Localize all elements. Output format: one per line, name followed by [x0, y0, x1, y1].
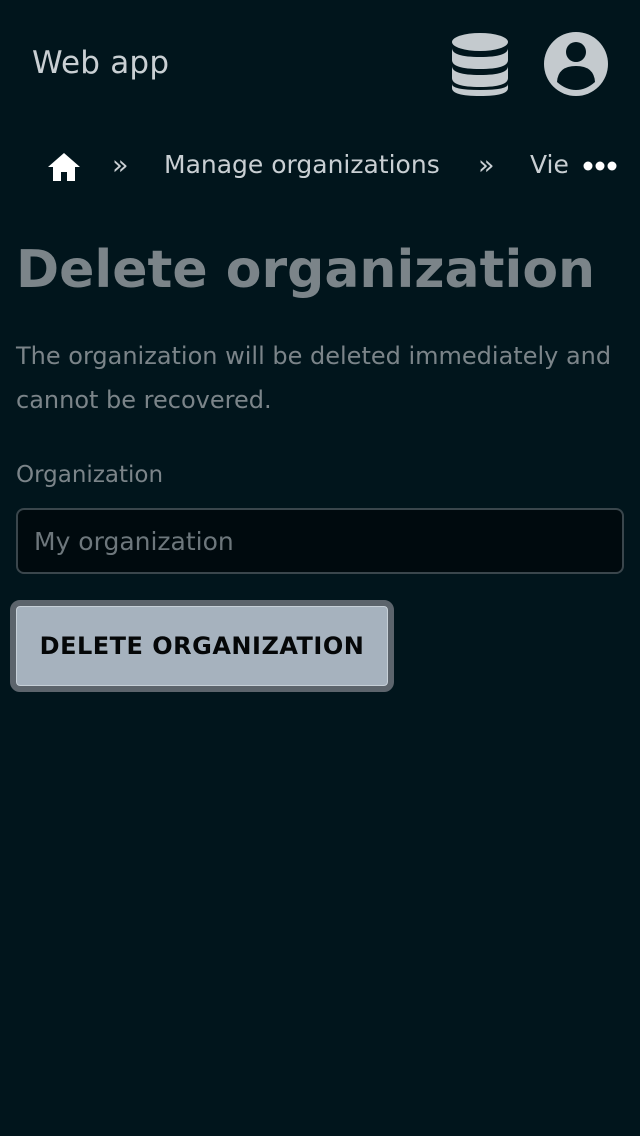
top-app-bar: Web app [0, 0, 640, 128]
breadcrumb: » Manage organizations » Vie [0, 128, 640, 204]
breadcrumb-separator: » [478, 150, 495, 181]
user-circle-icon[interactable] [542, 30, 610, 98]
home-icon[interactable] [46, 150, 82, 184]
ellipsis-icon[interactable] [578, 152, 622, 180]
organization-input[interactable] [16, 508, 624, 574]
page-description: The organization will be deleted immedia… [16, 342, 612, 414]
breadcrumb-item-manage-organizations[interactable]: Manage organizations [164, 148, 440, 182]
delete-organization-button[interactable]: DELETE ORGANIZATION [10, 600, 394, 692]
app-title[interactable]: Web app [32, 42, 169, 84]
page-title: Delete organization [16, 240, 596, 300]
breadcrumb-item-current[interactable]: Vie [530, 148, 569, 182]
database-icon[interactable] [448, 30, 512, 98]
breadcrumb-separator: » [112, 150, 129, 181]
organization-label: Organization [16, 462, 164, 488]
